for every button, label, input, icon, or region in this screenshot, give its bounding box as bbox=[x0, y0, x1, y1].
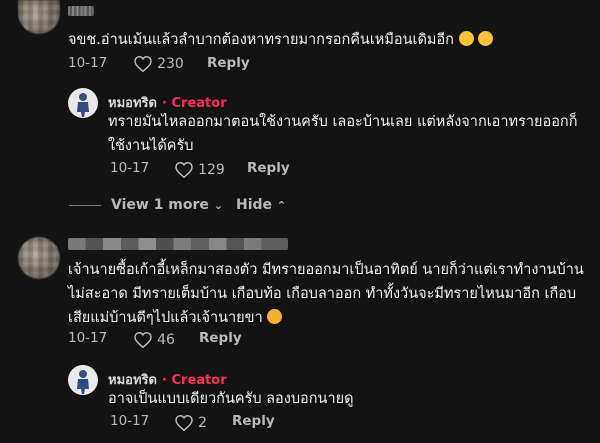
view-more-replies-button[interactable]: View 1 more ⌄ bbox=[111, 197, 223, 213]
comment-text: เจ้านายซื้อเก้าอี้เหล็กมาสองตัว มีทรายออ… bbox=[68, 262, 584, 326]
creator-username[interactable]: หมอทริด bbox=[108, 96, 157, 111]
creator-badge: · Creator bbox=[162, 373, 227, 388]
reply-button[interactable]: Reply bbox=[207, 55, 250, 71]
commenter-name-blurred[interactable] bbox=[68, 238, 288, 250]
reply-date: 10-17 bbox=[110, 160, 150, 176]
chevron-up-icon: ⌃ bbox=[276, 199, 287, 212]
creator-figure-icon bbox=[77, 93, 89, 117]
commenter-name-blurred[interactable] bbox=[68, 6, 94, 16]
like-count: 129 bbox=[198, 162, 225, 178]
reply-date: 10-17 bbox=[110, 413, 150, 429]
hide-replies-button[interactable]: Hide ⌃ bbox=[236, 197, 286, 213]
like-button[interactable]: 230 bbox=[134, 53, 184, 72]
comment-date: 10-17 bbox=[68, 55, 108, 71]
thread-divider bbox=[69, 205, 101, 206]
heart-icon bbox=[134, 331, 152, 348]
heart-icon bbox=[175, 414, 193, 431]
comment-text: จขช.อ่านเม้นแล้วลำบากต้องหาทรายมากรอกคืน… bbox=[68, 28, 494, 52]
commenter-avatar[interactable] bbox=[18, 0, 60, 34]
creator-avatar[interactable] bbox=[68, 365, 98, 395]
like-count: 230 bbox=[157, 56, 184, 72]
reply-text: ทรายมันไหลออกมาตอนใช้งานครับ เลอะบ้านเลย… bbox=[108, 114, 578, 154]
reply-text: อาจเป็นแบบเดียวกันครับ ลองบอกนายดู bbox=[108, 391, 354, 407]
like-button[interactable]: 129 bbox=[175, 159, 225, 178]
heart-icon bbox=[134, 55, 152, 72]
like-count: 2 bbox=[198, 415, 208, 431]
creator-figure-icon bbox=[77, 370, 89, 394]
creator-username[interactable]: หมอทริด bbox=[108, 373, 157, 388]
laughing-emoji-icon bbox=[458, 31, 474, 46]
creator-avatar[interactable] bbox=[68, 88, 98, 118]
laughing-emoji-icon bbox=[478, 31, 494, 46]
chevron-down-icon: ⌄ bbox=[213, 199, 224, 212]
commenter-avatar[interactable] bbox=[18, 237, 60, 279]
reply-button[interactable]: Reply bbox=[247, 160, 290, 176]
reply-button[interactable]: Reply bbox=[232, 413, 275, 429]
like-button[interactable]: 46 bbox=[134, 329, 175, 348]
comment-date: 10-17 bbox=[68, 330, 108, 346]
like-button[interactable]: 2 bbox=[175, 412, 207, 431]
heart-icon bbox=[175, 161, 193, 178]
like-count: 46 bbox=[157, 332, 175, 348]
reply-button[interactable]: Reply bbox=[199, 330, 242, 346]
creator-badge: · Creator bbox=[162, 96, 227, 111]
worried-emoji-icon bbox=[267, 309, 283, 324]
